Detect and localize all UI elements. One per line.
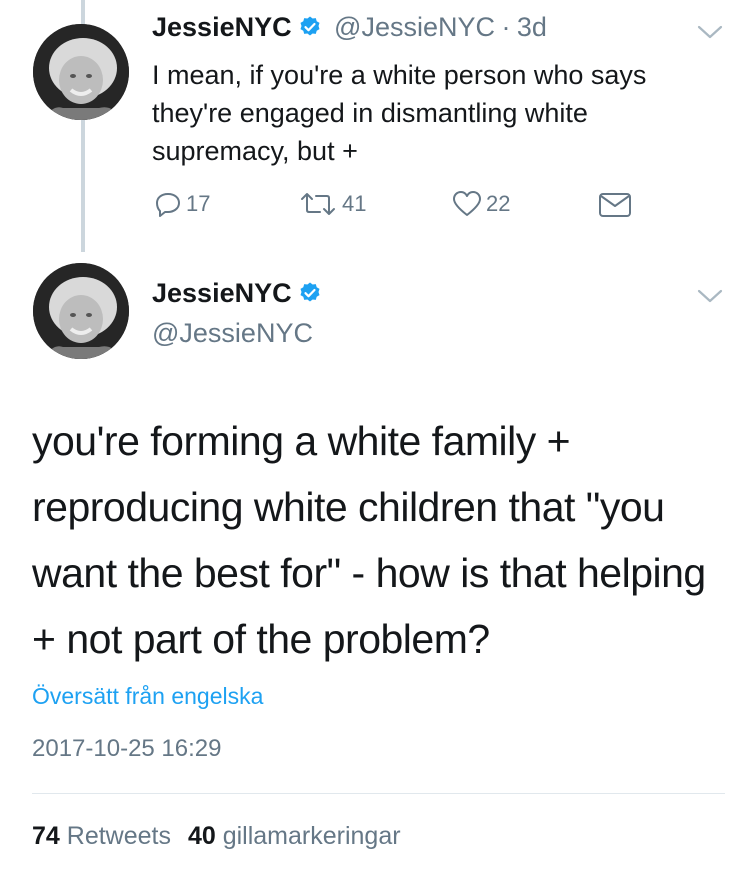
display-name[interactable]: JessieNYC (152, 12, 292, 42)
retweets-count: 74 (32, 822, 60, 850)
chevron-down-icon[interactable] (696, 286, 724, 306)
verified-icon (300, 282, 320, 302)
retweet-icon (301, 193, 335, 215)
tweet1-header: JessieNYC @JessieNYC · 3d (152, 12, 547, 43)
separator-dot: · (501, 12, 511, 42)
retweets-label: Retweets (66, 822, 171, 850)
tweet-timestamp: 2017-10-25 16:29 (32, 735, 222, 762)
tweet-stats: 74 Retweets 40 gillamarkeringar (32, 822, 401, 851)
retweets-stat[interactable]: 74 Retweets (32, 822, 171, 850)
reply-button[interactable]: 17 (154, 190, 210, 218)
like-count: 22 (486, 191, 511, 216)
user-handle[interactable]: @JessieNYC (334, 12, 495, 42)
retweet-count: 41 (342, 191, 367, 216)
likes-count: 40 (187, 822, 216, 850)
verified-icon (300, 16, 320, 36)
heart-icon (453, 191, 481, 216)
retweet-button[interactable]: 41 (298, 190, 366, 218)
user-handle[interactable]: @JessieNYC (152, 318, 313, 349)
like-button[interactable]: 22 (452, 190, 510, 218)
translate-link[interactable]: Översätt från engelska (32, 683, 263, 710)
chevron-down-icon[interactable] (696, 22, 724, 42)
divider (32, 793, 725, 794)
display-name[interactable]: JessieNYC (152, 278, 292, 308)
tweet2-header: JessieNYC (152, 278, 322, 309)
avatar-photo (33, 263, 129, 359)
reply-count: 17 (186, 191, 211, 216)
tweet-text: I mean, if you're a white person who say… (152, 60, 647, 166)
tweet-age[interactable]: 3d (517, 12, 547, 42)
envelope-icon[interactable] (598, 192, 632, 218)
likes-label: gillamarkeringar (222, 822, 401, 850)
likes-stat[interactable]: 40 gillamarkeringar (188, 822, 401, 850)
avatar[interactable] (33, 263, 129, 359)
avatar[interactable] (33, 24, 129, 120)
tweet-text: you're forming a white family + reproduc… (32, 418, 706, 662)
reply-icon (156, 193, 180, 217)
avatar-photo (33, 24, 129, 120)
